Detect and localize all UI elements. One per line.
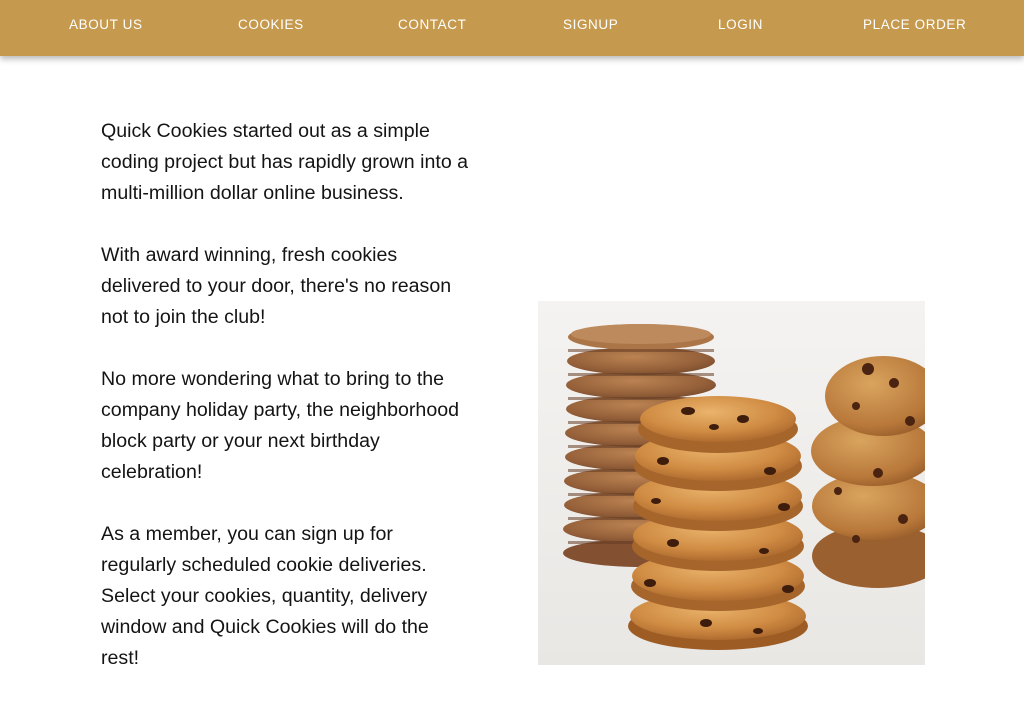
- about-paragraph-occasions: No more wondering what to bring to the c…: [101, 368, 460, 483]
- cookie-stack-illustration: [538, 301, 925, 665]
- about-paragraph-membership: As a member, you can sign up for regular…: [101, 523, 429, 669]
- nav-link-contact[interactable]: CONTACT: [398, 0, 466, 50]
- about-text-section: Quick Cookies started out as a simple co…: [101, 116, 471, 705]
- nav-link-about-us[interactable]: ABOUT US: [69, 0, 143, 50]
- cookie-stack-photo: [538, 301, 925, 665]
- nav-link-cookies[interactable]: COOKIES: [238, 0, 304, 50]
- top-navigation-bar: ABOUT US COOKIES CONTACT SIGNUP LOGIN PL…: [0, 0, 1024, 56]
- about-paragraph-delivery: With award winning, fresh cookies delive…: [101, 244, 452, 328]
- about-paragraph-intro: Quick Cookies started out as a simple co…: [101, 120, 469, 204]
- nav-link-place-order[interactable]: PLACE ORDER: [863, 0, 966, 50]
- nav-link-signup[interactable]: SIGNUP: [563, 0, 618, 50]
- nav-link-login[interactable]: LOGIN: [718, 0, 763, 50]
